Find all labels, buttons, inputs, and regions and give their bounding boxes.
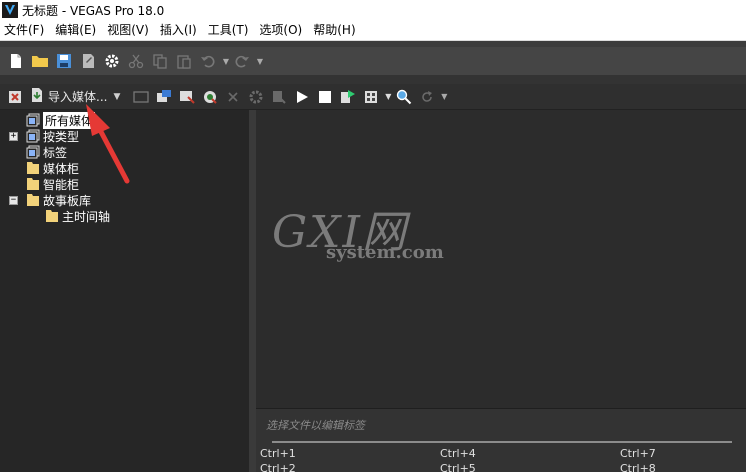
import-dropdown-icon[interactable]: ▼ — [113, 92, 120, 102]
media-generators-icon[interactable] — [268, 86, 290, 108]
get-media-web-icon[interactable] — [176, 86, 198, 108]
watermark-sub: system.com — [326, 242, 444, 263]
tree-item-all-media[interactable]: 所有媒体 — [26, 111, 96, 129]
tag-separator — [272, 441, 732, 443]
shortcut-ctrl2[interactable]: Ctrl+2 — [260, 462, 296, 472]
tag-hint: 选择文件以编辑标签 — [266, 419, 365, 432]
shortcut-ctrl5[interactable]: Ctrl+5 — [440, 462, 476, 472]
tree-label-smart-bin: 智能柜 — [43, 177, 80, 192]
project-media-toolbar: 导入媒体... ▼ ▼ ▼ — [0, 84, 746, 110]
tree-label-all-media: 所有媒体 — [43, 111, 96, 129]
watermark-logo: GXI网 system.com — [272, 196, 452, 276]
save-icon[interactable] — [53, 50, 75, 72]
redo-dropdown-icon[interactable]: ▼ — [255, 50, 265, 72]
folder-icon — [26, 161, 40, 175]
tree-item-smart-bin[interactable]: 智能柜 — [26, 176, 79, 192]
tree-item-tags[interactable]: 标签 — [26, 144, 67, 160]
media-fx-icon[interactable] — [199, 86, 221, 108]
menu-tools[interactable]: 工具(T) — [203, 20, 255, 41]
tree-label-main-timeline: 主时间轴 — [62, 209, 111, 224]
menu-help[interactable]: 帮助(H) — [308, 20, 361, 41]
tree-item-storyboard-library[interactable]: − 故事板库 — [9, 192, 91, 208]
bin-icon — [26, 129, 40, 143]
paste-icon[interactable] — [173, 50, 195, 72]
main-toolbar: ▼ ▼ — [0, 47, 746, 75]
tree-label-tags: 标签 — [43, 145, 68, 160]
vegas-logo-icon — [2, 2, 18, 18]
stop-icon[interactable] — [314, 86, 336, 108]
collapse-icon[interactable]: − — [9, 195, 18, 205]
shortcut-ctrl7[interactable]: Ctrl+7 — [620, 447, 656, 460]
properties-icon[interactable] — [245, 86, 267, 108]
import-media-icon — [29, 87, 45, 106]
undo-icon[interactable] — [197, 50, 219, 72]
copy-icon[interactable] — [149, 50, 171, 72]
bin-icon — [26, 145, 40, 159]
tree-item-main-timeline[interactable]: 主时间轴 — [45, 208, 110, 224]
tree-label-by-type: 按类型 — [43, 129, 80, 144]
tree-item-media-bin[interactable]: 媒体柜 — [26, 160, 79, 176]
folder-icon — [26, 177, 40, 191]
title-bar: 无标题 - VEGAS Pro 18.0 — [0, 0, 746, 20]
import-media-button[interactable]: 导入媒体... ▼ — [27, 86, 128, 108]
refresh-icon[interactable] — [416, 86, 438, 108]
folder-icon — [26, 193, 40, 207]
play-icon[interactable] — [291, 86, 313, 108]
capture-video-icon[interactable] — [130, 86, 152, 108]
panel-gap — [0, 75, 746, 84]
cut-icon[interactable] — [125, 50, 147, 72]
properties-gear-icon[interactable] — [101, 50, 123, 72]
delete-icon[interactable] — [222, 86, 244, 108]
menu-insert[interactable]: 插入(I) — [155, 20, 203, 41]
render-icon[interactable] — [77, 50, 99, 72]
auto-preview-icon[interactable] — [337, 86, 359, 108]
menu-bar: 文件(F) 编辑(E) 视图(V) 插入(I) 工具(T) 选项(O) 帮助(H… — [0, 20, 746, 41]
tag-panel: 选择文件以编辑标签 Ctrl+1 Ctrl+4 Ctrl+7 Ctrl+2 Ct… — [256, 408, 746, 472]
expand-icon[interactable]: + — [9, 131, 18, 141]
shortcut-ctrl8[interactable]: Ctrl+8 — [620, 462, 656, 472]
tree-label-media-bin: 媒体柜 — [43, 161, 80, 176]
refresh-dropdown-icon[interactable]: ▼ — [439, 86, 449, 108]
redo-icon[interactable] — [231, 50, 253, 72]
open-folder-icon[interactable] — [29, 50, 51, 72]
menu-file[interactable]: 文件(F) — [0, 20, 50, 41]
get-photo-icon[interactable] — [153, 86, 175, 108]
menu-view[interactable]: 视图(V) — [102, 20, 155, 41]
views-icon[interactable] — [360, 86, 382, 108]
remove-unused-icon[interactable] — [4, 86, 26, 108]
search-icon[interactable] — [393, 86, 415, 108]
tree-item-by-type[interactable]: + 按类型 — [9, 128, 79, 144]
bin-icon — [26, 113, 40, 127]
views-dropdown-icon[interactable]: ▼ — [383, 86, 393, 108]
shortcut-ctrl1[interactable]: Ctrl+1 — [260, 447, 296, 460]
import-media-label: 导入媒体... — [48, 90, 108, 104]
undo-dropdown-icon[interactable]: ▼ — [221, 50, 231, 72]
shortcut-ctrl4[interactable]: Ctrl+4 — [440, 447, 476, 460]
tree-label-storyboard-library: 故事板库 — [43, 193, 92, 208]
panel-splitter[interactable] — [249, 110, 256, 472]
new-file-icon[interactable] — [5, 50, 27, 72]
menu-edit[interactable]: 编辑(E) — [50, 20, 102, 41]
folder-icon — [45, 209, 59, 223]
media-bins-tree: 所有媒体 + 按类型 标签 媒体柜 智能柜 − 故事板库 主时间轴 — [0, 110, 249, 472]
menu-options[interactable]: 选项(O) — [254, 20, 308, 41]
window-title: 无标题 - VEGAS Pro 18.0 — [22, 3, 165, 18]
